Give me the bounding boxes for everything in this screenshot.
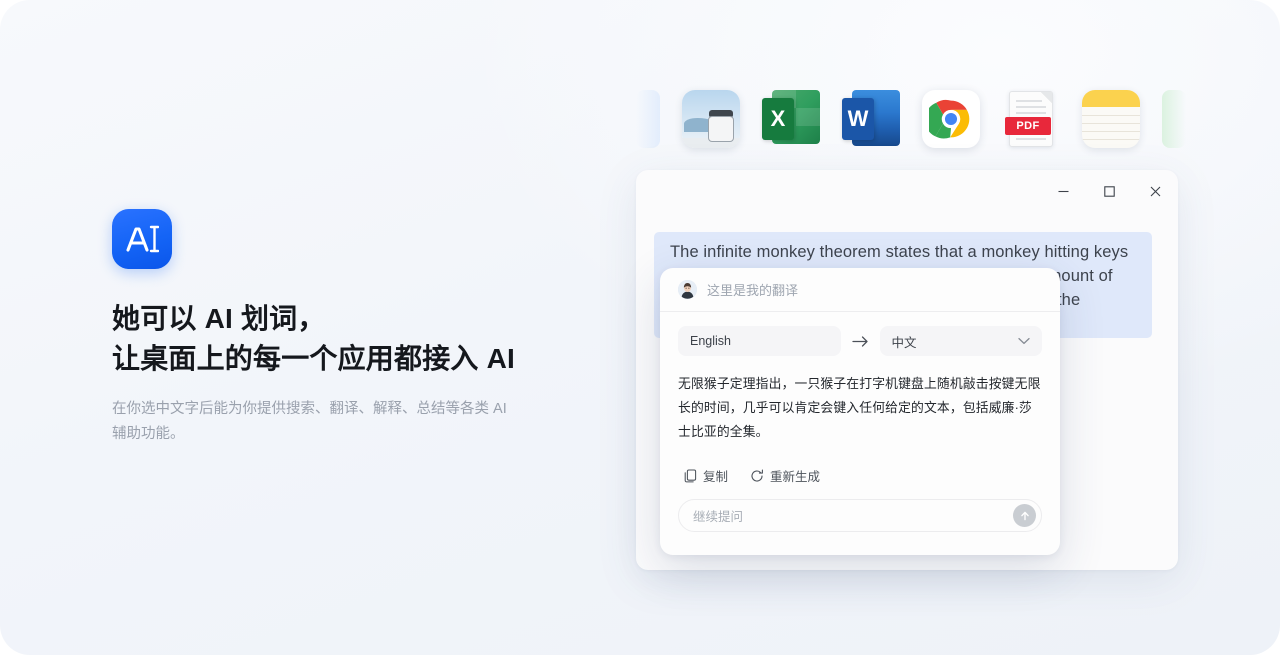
arrow-right-icon [851, 335, 869, 348]
pdf-badge-label: PDF [1005, 117, 1051, 135]
regenerate-button[interactable]: 重新生成 [750, 466, 820, 485]
source-language-select[interactable]: English [678, 326, 841, 356]
chevron-down-icon [1018, 337, 1030, 345]
target-language-select[interactable]: 中文 [879, 326, 1042, 356]
ask-input-placeholder: 继续提问 [693, 510, 744, 524]
user-avatar [678, 280, 697, 299]
word-letter: W [842, 98, 874, 140]
send-button[interactable] [1013, 504, 1036, 527]
language-selector-row: English 中文 [660, 312, 1060, 356]
pdf-icon[interactable]: PDF [1002, 90, 1060, 148]
regenerate-button-label: 重新生成 [770, 470, 821, 484]
minimize-icon[interactable] [1040, 170, 1086, 212]
panel-header: 这里是我的翻译 [660, 268, 1060, 312]
chrome-icon[interactable] [922, 90, 980, 148]
panel-header-title: 这里是我的翻译 [707, 283, 799, 298]
ask-input-wrapper: 继续提问 [660, 485, 1060, 532]
page-title: 她可以 AI 划词， 让桌面上的每一个应用都接入 AI [112, 303, 515, 375]
notes-icon[interactable] [1082, 90, 1140, 148]
copy-button-label: 复制 [703, 470, 729, 484]
copy-icon [684, 468, 697, 483]
hero-subtext: 在你选中文字后能为你提供搜索、翻译、解释、总结等各类 AI 辅助功能。 [112, 401, 507, 442]
excel-icon[interactable]: X [762, 90, 820, 148]
target-language-label: 中文 [891, 335, 917, 350]
page-root: 她可以 AI 划词， 让桌面上的每一个应用都接入 AI 在你选中文字后能为你提供… [0, 0, 1280, 655]
hero-section: 她可以 AI 划词， 让桌面上的每一个应用都接入 AI 在你选中文字后能为你提供… [112, 209, 582, 447]
maximize-icon[interactable] [1086, 170, 1132, 212]
photos-icon[interactable] [682, 90, 740, 148]
refresh-icon [750, 469, 764, 483]
close-icon[interactable] [1132, 170, 1178, 212]
ai-text-cursor-logo [112, 209, 172, 269]
partial-app-icon-right[interactable] [1162, 90, 1186, 148]
arrow-up-icon [1020, 511, 1029, 520]
excel-letter: X [762, 98, 794, 140]
panel-actions: 复制 重新生成 [660, 444, 1060, 485]
app-dock: X W PDF [636, 90, 1186, 148]
partial-app-icon-left[interactable] [636, 90, 660, 148]
window-controls [1040, 170, 1178, 212]
translation-result: 无限猴子定理指出，一只猴子在打字机键盘上随机敲击按键无限长的时间，几乎可以肯定会… [678, 376, 1041, 439]
source-language-label: English [690, 334, 731, 348]
copy-button[interactable]: 复制 [684, 466, 728, 485]
word-icon[interactable]: W [842, 90, 900, 148]
ask-input[interactable]: 继续提问 [678, 499, 1042, 532]
ai-assistant-panel: 这里是我的翻译 English 中文 无限猴子定理指出，一只猴子在打字机键盘上随… [660, 268, 1060, 555]
